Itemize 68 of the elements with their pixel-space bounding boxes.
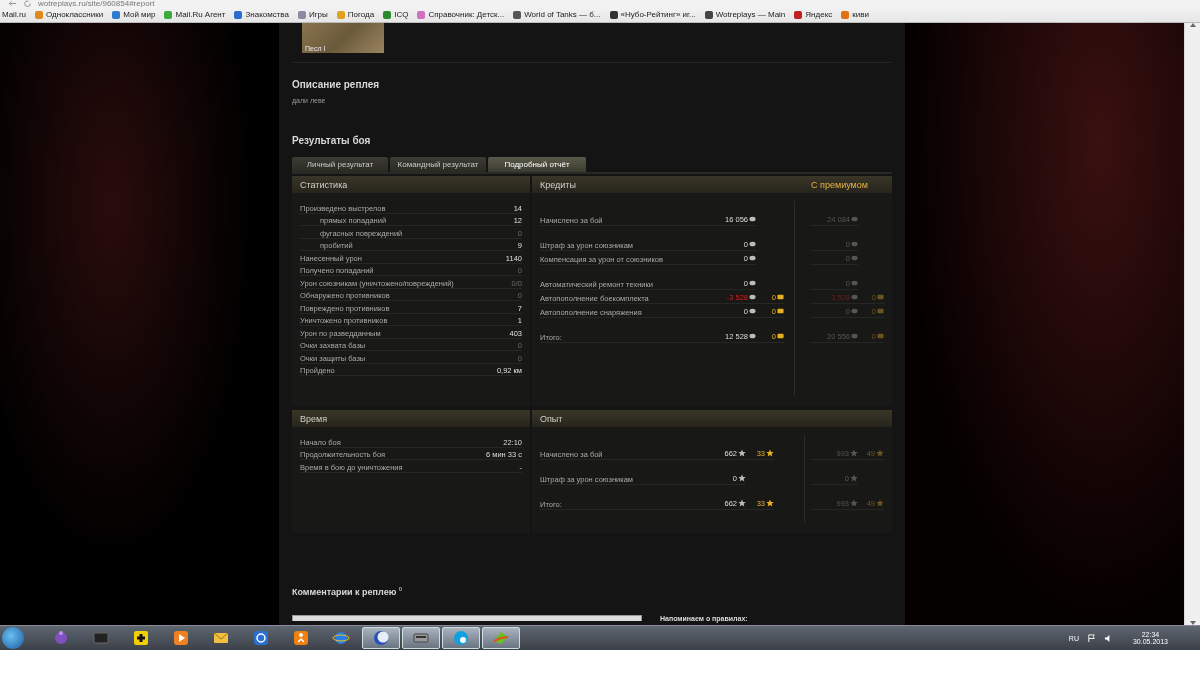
coin-icon — [851, 241, 858, 247]
play-icon — [172, 629, 190, 647]
star-icon — [766, 449, 774, 457]
panel-header: Время — [292, 410, 530, 427]
panel-header: Статистика — [292, 176, 530, 193]
bookmark[interactable]: Mail.ru — [2, 10, 26, 19]
coin-icon — [749, 294, 756, 300]
bookmark[interactable]: Справочник: Детск... — [417, 10, 505, 19]
premium-currency-icon — [777, 294, 784, 300]
taskbar-button[interactable] — [362, 627, 400, 649]
premium-currency-icon — [877, 333, 884, 339]
coin-icon — [749, 216, 756, 222]
coin-icon — [851, 333, 858, 339]
crescent-icon — [372, 629, 390, 647]
bookmark[interactable]: Одноклассники — [35, 10, 104, 19]
bookmark[interactable]: Мой мир — [112, 10, 156, 19]
coin-icon — [749, 255, 756, 261]
scrollbar[interactable] — [1184, 23, 1200, 625]
star-icon — [738, 449, 746, 457]
bookmark[interactable]: Mail.Ru Агент — [164, 10, 226, 19]
bookmark[interactable]: ICQ — [383, 10, 409, 19]
monitor-icon — [92, 629, 110, 647]
star-icon — [850, 449, 858, 457]
star-icon — [876, 449, 884, 457]
panel-header: Опыт — [532, 410, 892, 427]
section-title: Результаты боя — [292, 135, 372, 147]
coin-icon — [851, 255, 858, 261]
address-field[interactable]: wotreplays.ru/site/960854#report — [38, 0, 155, 7]
coin-icon — [851, 216, 858, 222]
section-title: Описание реплея — [292, 79, 381, 91]
coin-icon — [851, 308, 858, 314]
bookmark[interactable]: Знакомства — [234, 10, 289, 19]
back-arrow-icon[interactable] — [8, 0, 17, 7]
flag-icon[interactable] — [1086, 633, 1096, 643]
bookmark[interactable]: Игры — [297, 10, 328, 19]
start-button[interactable] — [2, 627, 24, 649]
coin-icon — [749, 280, 756, 286]
bookmark[interactable]: World of Tanks — б... — [513, 10, 601, 19]
taskbar-button[interactable] — [402, 627, 440, 649]
tab[interactable]: Подробный отчёт — [488, 157, 586, 172]
bookmark[interactable]: Погода — [336, 10, 375, 19]
star-icon — [766, 499, 774, 507]
premium-currency-icon — [777, 308, 784, 314]
tab[interactable]: Командный результат — [390, 157, 486, 172]
coin-icon — [749, 333, 756, 339]
bookmark[interactable]: Яндекс — [794, 10, 833, 19]
person-icon — [292, 629, 310, 647]
premium-currency-icon — [877, 308, 884, 314]
star-icon — [850, 474, 858, 482]
star-icon — [738, 474, 746, 482]
coin-icon — [749, 308, 756, 314]
panel-header: Кредиты С премиумом — [532, 176, 892, 193]
bookmark[interactable]: Wotreplays — Main — [704, 10, 786, 19]
star-icon — [876, 499, 884, 507]
bookmark[interactable]: «Нубо-Рейтинг» иг... — [609, 10, 696, 19]
comment-field[interactable] — [292, 615, 642, 621]
coin-icon — [851, 280, 858, 286]
premium-currency-icon — [777, 333, 784, 339]
premium-currency-icon — [877, 294, 884, 300]
coin-icon — [749, 241, 756, 247]
star-icon — [738, 499, 746, 507]
globe-icon — [332, 629, 350, 647]
plus-icon — [132, 629, 150, 647]
section-title: Комментарии к реплею $^{0}$ — [292, 585, 404, 598]
tab[interactable]: Личный результат — [292, 157, 388, 172]
bookmark[interactable]: киви — [841, 10, 869, 19]
coin-icon — [851, 294, 858, 300]
star-icon — [850, 499, 858, 507]
